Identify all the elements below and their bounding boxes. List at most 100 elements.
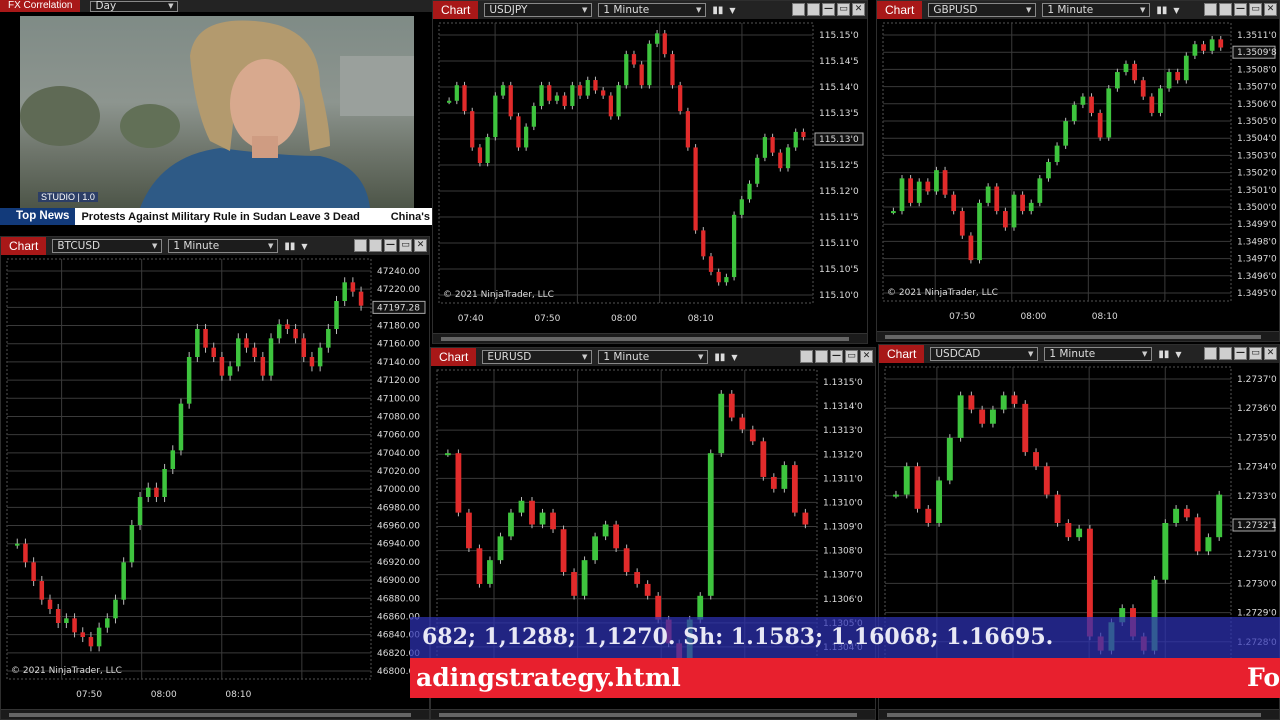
pane-toggle-icon[interactable]	[807, 3, 820, 16]
scrollbar-thumb[interactable]	[441, 337, 849, 341]
close-icon[interactable]: ✕	[1264, 3, 1277, 16]
y-tick-label: 1.1309'0	[823, 523, 863, 533]
candle	[1089, 96, 1094, 113]
minimize-icon[interactable]: —	[1234, 347, 1247, 360]
instrument-dropdown[interactable]: USDJPY ▼	[484, 3, 593, 17]
interval-dropdown[interactable]: 1 Minute ▼	[168, 239, 279, 253]
interval-label: 1 Minute	[1049, 348, 1096, 360]
interval-dropdown[interactable]: 1 Minute ▼	[598, 3, 707, 17]
candle	[616, 85, 621, 117]
y-tick-label: 115.13'0	[819, 135, 859, 145]
chart-plot[interactable]: 47240.00 47220.00 47197.28 47180.00 47160.00…	[1, 255, 429, 709]
candle	[655, 595, 662, 620]
pane-toggle-icon[interactable]	[1219, 3, 1232, 16]
candle	[47, 599, 53, 609]
candle	[899, 178, 905, 212]
price-chart-svg[interactable]: 1.3511'0 1.3509'8 1.3508'0 1.3507'0 1.3506'0…	[877, 19, 1279, 331]
candle	[309, 357, 315, 367]
y-tick-label: 1.2735'0	[1237, 433, 1277, 443]
scrollbar-thumb[interactable]	[9, 713, 411, 717]
window-controls: — ▭ ✕	[354, 239, 427, 252]
minimize-icon[interactable]: —	[384, 239, 397, 252]
candle	[72, 618, 77, 633]
price-chart-svg[interactable]: 47240.00 47220.00 47197.28 47180.00 47160.00…	[1, 255, 429, 709]
candle	[529, 500, 535, 525]
restore-icon[interactable]: ▭	[1249, 347, 1262, 360]
toolbar-menu-icon[interactable]: ▼	[1175, 350, 1181, 359]
horizontal-scrollbar[interactable]	[1, 709, 429, 719]
scrollbar-thumb[interactable]	[439, 713, 857, 717]
horizontal-scrollbar[interactable]	[879, 709, 1279, 719]
bar-style-icon[interactable]: ▮▮	[1158, 349, 1169, 360]
close-icon[interactable]: ✕	[414, 239, 427, 252]
y-tick-label: 1.2736'0	[1237, 404, 1277, 414]
instrument-dropdown[interactable]: GBPUSD ▼	[928, 3, 1037, 17]
restore-icon[interactable]: ▭	[399, 239, 412, 252]
candle	[39, 581, 45, 600]
candle	[781, 465, 788, 489]
restore-icon[interactable]: ▭	[837, 3, 850, 16]
candle	[113, 599, 118, 619]
pane-toggle-icon[interactable]	[792, 3, 805, 16]
period-dropdown[interactable]: Day ▼	[90, 0, 179, 12]
scrollbar-thumb[interactable]	[887, 713, 1261, 717]
candle	[170, 450, 176, 469]
toolbar-menu-icon[interactable]: ▼	[1173, 6, 1179, 15]
scrollbar-thumb[interactable]	[885, 335, 1261, 339]
close-icon[interactable]: ✕	[852, 3, 865, 16]
instrument-dropdown[interactable]: USDCAD ▼	[930, 347, 1039, 361]
candle	[539, 85, 544, 106]
candle	[531, 105, 536, 127]
window-controls: — ▭ ✕	[1204, 3, 1277, 16]
candle	[936, 480, 943, 523]
pane-toggle-icon[interactable]	[815, 350, 828, 363]
candle	[260, 357, 266, 376]
pane-toggle-icon[interactable]	[1219, 347, 1232, 360]
candle	[1097, 112, 1103, 138]
minimize-icon[interactable]: —	[822, 3, 835, 16]
interval-dropdown[interactable]: 1 Minute ▼	[1042, 3, 1151, 17]
pane-toggle-icon[interactable]	[1204, 347, 1217, 360]
bar-style-icon[interactable]: ▮▮	[1156, 5, 1167, 16]
bar-style-icon[interactable]: ▮▮	[284, 241, 295, 252]
instrument-dropdown[interactable]: BTCUSD ▼	[52, 239, 163, 253]
candle	[508, 512, 514, 537]
y-tick-label: 1.1315'0	[823, 378, 863, 388]
restore-icon[interactable]: ▭	[1249, 3, 1262, 16]
pane-toggle-icon[interactable]	[1204, 3, 1217, 16]
horizontal-scrollbar[interactable]	[431, 709, 875, 719]
close-icon[interactable]: ✕	[860, 350, 873, 363]
horizontal-scrollbar[interactable]	[433, 333, 867, 343]
bar-style-icon[interactable]: ▮▮	[712, 5, 723, 16]
candle	[342, 282, 347, 301]
candle	[977, 202, 982, 261]
interval-dropdown[interactable]: 1 Minute ▼	[1044, 347, 1153, 361]
horizontal-scrollbar[interactable]	[877, 331, 1279, 341]
candle	[1046, 162, 1051, 179]
pane-toggle-icon[interactable]	[354, 239, 367, 252]
bar-style-icon[interactable]: ▮▮	[714, 352, 725, 363]
toolbar-menu-icon[interactable]: ▼	[729, 6, 735, 15]
toolbar-menu-icon[interactable]: ▼	[301, 242, 307, 251]
y-tick-label: 1.2732'1	[1237, 521, 1277, 531]
candle	[485, 137, 490, 163]
y-tick-label: 115.12'0	[819, 187, 859, 197]
chart-window-usdjpy: Chart USDJPY ▼ 1 Minute ▼ ▮▮ ▼ — ▭ ✕ 115.15'0 115.1…	[432, 0, 868, 344]
minimize-icon[interactable]: —	[830, 350, 843, 363]
close-icon[interactable]: ✕	[1264, 347, 1277, 360]
chart-plot[interactable]: 115.15'0 115.14'5 115.14'0 115.13'5 115.13'0…	[433, 19, 867, 333]
chart-plot[interactable]: 1.3511'0 1.3509'8 1.3508'0 1.3507'0 1.3506'0…	[877, 19, 1279, 331]
copyright-label: © 2021 NinjaTrader, LLC	[887, 288, 998, 298]
restore-icon[interactable]: ▭	[845, 350, 858, 363]
minimize-icon[interactable]: —	[1234, 3, 1247, 16]
price-chart-svg[interactable]: 115.15'0 115.14'5 115.14'0 115.13'5 115.13'0…	[433, 19, 867, 333]
pane-toggle-icon[interactable]	[369, 239, 382, 252]
pane-toggle-icon[interactable]	[800, 350, 813, 363]
candle	[793, 131, 798, 148]
toolbar-menu-icon[interactable]: ▼	[731, 353, 737, 362]
interval-dropdown[interactable]: 1 Minute ▼	[598, 350, 709, 364]
x-tick-label: 08:10	[225, 690, 251, 700]
y-tick-label: 47040.00	[377, 449, 420, 459]
instrument-dropdown[interactable]: EURUSD ▼	[482, 350, 593, 364]
chart-tag: Chart	[433, 1, 479, 19]
